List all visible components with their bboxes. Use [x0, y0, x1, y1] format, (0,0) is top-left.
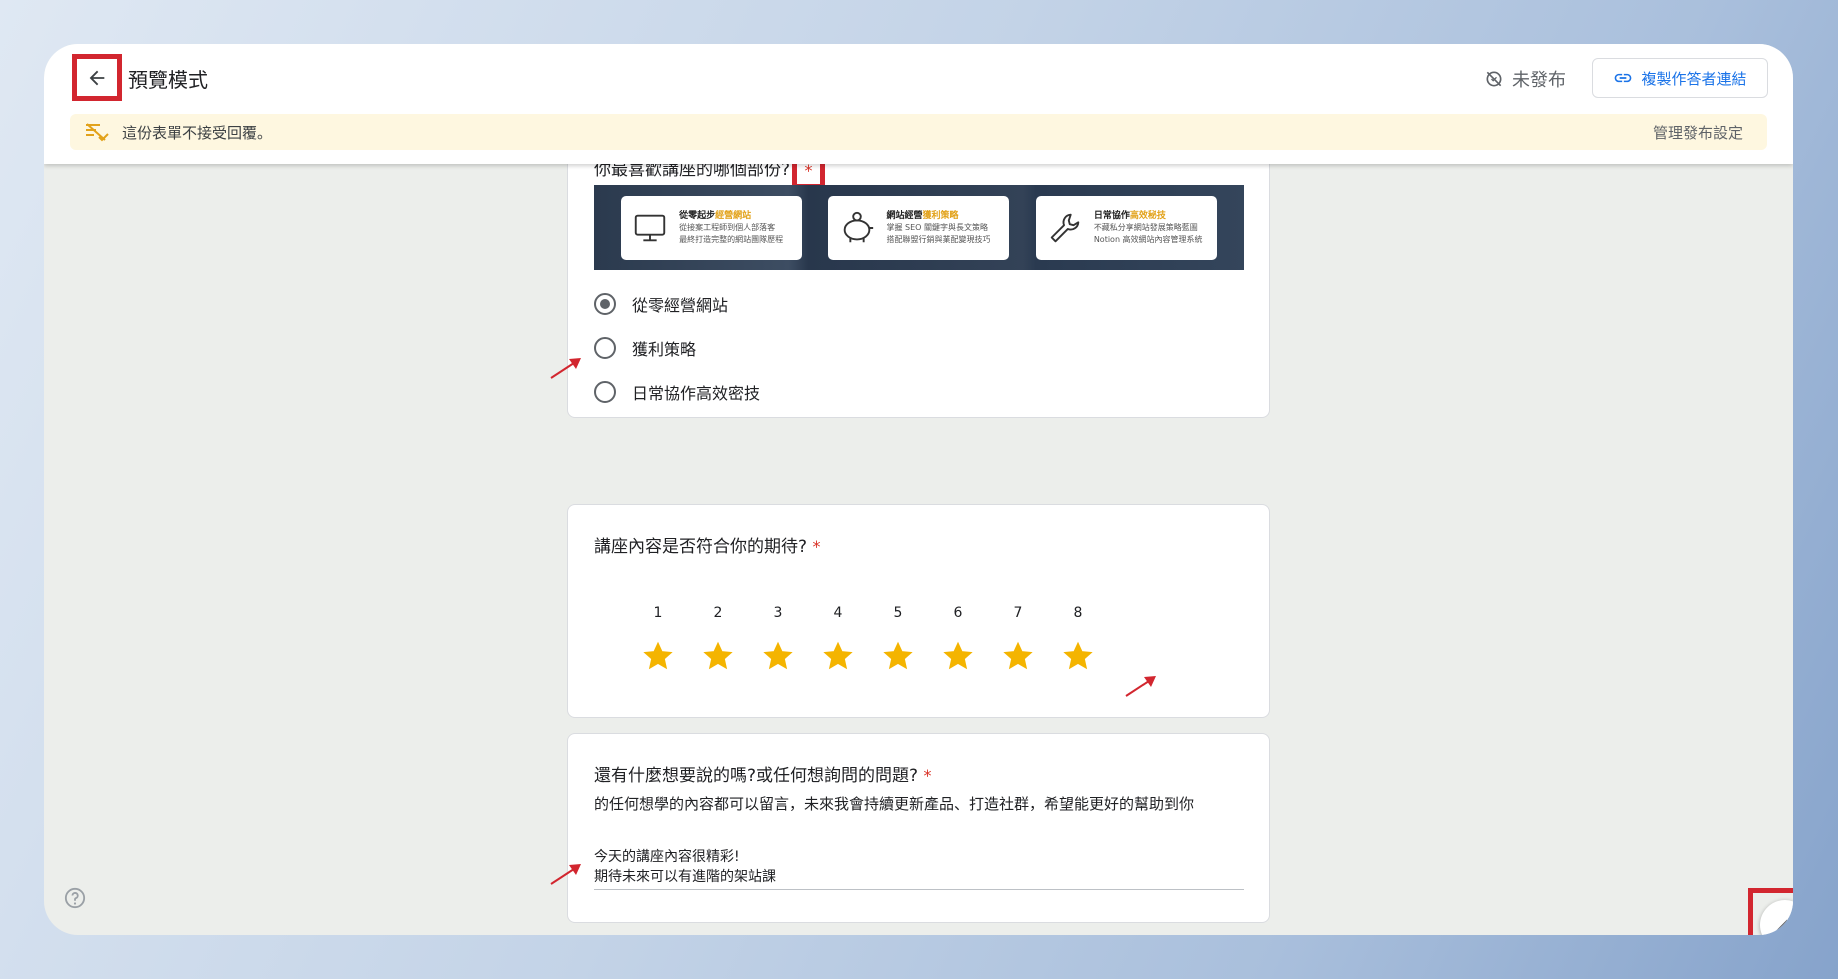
rating-star-icon[interactable] [702, 640, 734, 672]
feature-line: 掌握 SEO 關鍵字與長文策略 [886, 222, 988, 232]
scale-number: 8 [1073, 605, 1083, 621]
rating-star-icon[interactable] [642, 640, 674, 672]
question-image: 從零起步經營網站 從接案工程師到個人部落客 最終打造完整的網站團隊歷程 網站經營… [594, 185, 1244, 270]
copy-responder-link-button[interactable]: 複製作答者連結 [1592, 58, 1768, 98]
rating-star-icon[interactable] [1062, 640, 1094, 672]
question-description: 的任何想學的內容都可以留言，未來我會持續更新產品、打造社群，希望能更好的幫助到你 [594, 795, 1195, 813]
banner-message: 這份表單不接受回覆。 [122, 123, 273, 142]
feature-line: 不藏私分享網站發展策略藍圖 [1093, 222, 1198, 232]
scale-number: 7 [1013, 605, 1023, 621]
copy-responder-link-label: 複製作答者連結 [1641, 69, 1747, 88]
feature-line: 從接案工程師到個人部落客 [679, 222, 776, 232]
radio-button[interactable] [594, 381, 616, 403]
closed-form-icon [84, 122, 110, 142]
manage-publish-settings-link[interactable]: 管理發布設定 [1653, 122, 1743, 143]
feature-card: 日常協作高效秘技 不藏私分享網站發展策略藍圖 Notion 高效網站內容管理系統 [1035, 195, 1217, 260]
edit-form-button[interactable] [1759, 899, 1793, 935]
annotation-arrow [550, 358, 581, 379]
pencil-icon [1776, 916, 1793, 933]
radio-option[interactable]: 獲利策略 [594, 336, 696, 360]
top-bar: 預覽模式 未發布 複製作答者連結 這份表單不接受回覆。 管理發布設定 [44, 44, 1793, 164]
unpublished-icon [1486, 71, 1502, 87]
feature-card: 從零起步經營網站 從接案工程師到個人部落客 最終打造完整的網站團隊歷程 [621, 195, 803, 260]
help-icon[interactable] [64, 887, 86, 909]
scale-number: 6 [953, 605, 963, 621]
radio-button[interactable] [594, 337, 616, 359]
scale-number: 5 [893, 605, 903, 621]
feature-title: 網站經營獲利策略 [886, 210, 959, 221]
arrow-left-icon [89, 70, 105, 85]
answer-line: 期待未來可以有進階的架站課 [594, 869, 776, 885]
option-label: 獲利策略 [632, 340, 697, 359]
feature-line: 搭配聯盟行銷與業配變現技巧 [886, 234, 991, 244]
rating-star-icon[interactable] [822, 640, 854, 672]
page-title: 預覽模式 [128, 68, 208, 92]
question-title: 講座內容是否符合你的期待? * [594, 532, 820, 557]
question-card-comments: 還有什麼想要說的嗎?或任何想詢問的問題? * 的任何想學的內容都可以留言，未來我… [567, 733, 1270, 923]
question-title: 還有什麼想要說的嗎?或任何想詢問的問題? * [594, 761, 931, 786]
option-label: 日常協作高效密技 [632, 384, 761, 403]
publish-status: 未發布 [1484, 66, 1566, 92]
link-icon [1615, 73, 1632, 83]
not-accepting-banner: 這份表單不接受回覆。 管理發布設定 [70, 114, 1767, 150]
scale-number: 4 [833, 605, 843, 621]
annotation-arrow [1125, 676, 1156, 697]
rating-star-icon[interactable] [1002, 640, 1034, 672]
monitor-icon [634, 214, 666, 241]
feature-title: 日常協作高效秘技 [1093, 210, 1166, 221]
question-title-text: 還有什麼想要說的嗎?或任何想詢問的問題? [594, 766, 919, 786]
answer-textarea[interactable]: 今天的講座內容很精彩! 期待未來可以有進階的架站課 [594, 847, 1244, 890]
feature-title: 從零起步經營網站 [679, 210, 752, 221]
edit-button-highlight [1748, 888, 1793, 935]
feature-line: Notion 高效網站內容管理系統 [1093, 234, 1203, 244]
radio-option[interactable]: 從零經營網站 [594, 292, 728, 316]
question-card-expectation-rating: 講座內容是否符合你的期待? * 1 2 3 4 5 6 7 8 [567, 504, 1270, 718]
piggy-bank-icon [844, 211, 874, 242]
form-preview-window: 預覽模式 未發布 複製作答者連結 這份表單不接受回覆。 管理發布設定 你最喜歡講… [44, 44, 1793, 935]
rating-star-icon[interactable] [942, 640, 974, 672]
radio-option[interactable]: 日常協作高效密技 [594, 380, 760, 404]
wrench-icon [1050, 213, 1080, 242]
publish-status-label: 未發布 [1512, 70, 1566, 91]
required-asterisk: * [923, 766, 932, 785]
answer-line: 今天的講座內容很精彩! [594, 849, 740, 865]
scale-number: 1 [653, 605, 663, 621]
radio-button-checked[interactable] [594, 293, 616, 315]
scale-number: 2 [713, 605, 723, 621]
rating-star-icon[interactable] [762, 640, 794, 672]
question-title-text: 講座內容是否符合你的期待? [594, 537, 808, 557]
feature-card: 網站經營獲利策略 掌握 SEO 關鍵字與長文策略 搭配聯盟行銷與業配變現技巧 [828, 195, 1010, 260]
required-asterisk: * [812, 537, 821, 556]
annotation-arrow [550, 864, 581, 885]
rating-star-icon[interactable] [882, 640, 914, 672]
option-label: 從零經營網站 [632, 296, 729, 315]
back-button[interactable] [72, 54, 122, 101]
scale-number: 3 [773, 605, 783, 621]
feature-line: 最終打造完整的網站團隊歷程 [679, 234, 784, 244]
